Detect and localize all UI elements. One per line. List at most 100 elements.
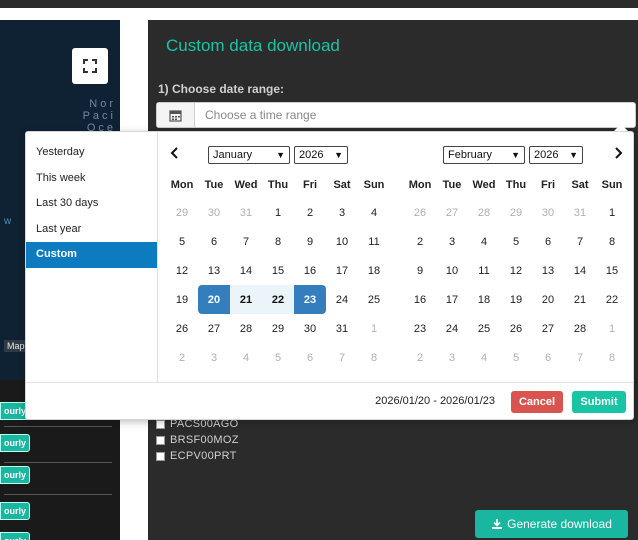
station-checkbox[interactable] [156, 435, 165, 445]
calendar-day[interactable]: 18 [468, 285, 500, 314]
month-select[interactable]: February ▼ [443, 146, 525, 164]
calendar-day[interactable]: 3 [326, 198, 358, 227]
hourly-badge[interactable]: ourly [0, 502, 30, 520]
calendar-day[interactable]: 5 [262, 343, 294, 372]
calendar-day[interactable]: 19 [166, 285, 198, 314]
calendar-day[interactable]: 21 [564, 285, 596, 314]
hourly-badge[interactable]: ourly [0, 532, 30, 540]
calendar-day[interactable]: 17 [326, 256, 358, 285]
calendar-day[interactable]: 20 [532, 285, 564, 314]
station-item[interactable]: ECPV00PRT [156, 448, 239, 464]
cancel-button[interactable]: Cancel [511, 391, 563, 413]
calendar-day[interactable]: 2 [166, 343, 198, 372]
calendar-day[interactable]: 5 [166, 227, 198, 256]
calendar-day[interactable]: 15 [596, 256, 628, 285]
calendar-day[interactable]: 30 [294, 314, 326, 343]
calendar-day[interactable]: 27 [198, 314, 230, 343]
range-option[interactable]: Last 30 days [26, 191, 157, 217]
calendar-day[interactable]: 2 [404, 343, 436, 372]
calendar-day[interactable]: 14 [564, 256, 596, 285]
calendar-day[interactable]: 1 [358, 314, 390, 343]
calendar-day[interactable]: 7 [564, 343, 596, 372]
calendar-day[interactable]: 30 [198, 198, 230, 227]
range-option[interactable]: Last year [26, 217, 157, 243]
calendar-day[interactable]: 28 [468, 198, 500, 227]
calendar-day[interactable]: 29 [262, 314, 294, 343]
calendar-day[interactable]: 16 [294, 256, 326, 285]
calendar-day[interactable]: 11 [468, 256, 500, 285]
calendar-day[interactable]: 3 [436, 227, 468, 256]
calendar-day[interactable]: 1 [596, 314, 628, 343]
calendar-day[interactable]: 8 [596, 227, 628, 256]
calendar-day[interactable]: 28 [564, 314, 596, 343]
month-select[interactable]: January ▼ [208, 146, 290, 164]
calendar-day[interactable]: 1 [262, 198, 294, 227]
calendar-day[interactable]: 15 [262, 256, 294, 285]
prev-month-button[interactable] [170, 146, 180, 162]
calendar-day[interactable]: 9 [294, 227, 326, 256]
submit-button[interactable]: Submit [572, 391, 626, 413]
station-checkbox[interactable] [156, 419, 165, 429]
calendar-day[interactable]: 17 [436, 285, 468, 314]
calendar-day[interactable]: 14 [230, 256, 262, 285]
calendar-day[interactable]: 20 [198, 285, 230, 314]
calendar-day[interactable]: 22 [596, 285, 628, 314]
calendar-day[interactable]: 10 [326, 227, 358, 256]
hourly-badge[interactable]: ourly [0, 434, 30, 452]
calendar-day[interactable]: 1 [596, 198, 628, 227]
calendar-day[interactable]: 4 [468, 343, 500, 372]
calendar-day[interactable]: 9 [404, 256, 436, 285]
calendar-day[interactable]: 6 [294, 343, 326, 372]
calendar-day[interactable]: 5 [500, 343, 532, 372]
calendar-day[interactable]: 3 [436, 343, 468, 372]
station-checkbox[interactable] [156, 451, 165, 461]
year-select[interactable]: 2026 ▼ [529, 146, 583, 164]
calendar-day[interactable]: 28 [230, 314, 262, 343]
calendar-day[interactable]: 4 [230, 343, 262, 372]
calendar-day[interactable]: 23 [294, 285, 326, 314]
calendar-day[interactable]: 11 [358, 227, 390, 256]
station-item[interactable]: BRSF00MOZ [156, 432, 239, 448]
hourly-badge[interactable]: ourly [0, 466, 30, 484]
range-option[interactable]: This week [26, 166, 157, 192]
calendar-day[interactable]: 26 [166, 314, 198, 343]
calendar-day[interactable]: 16 [404, 285, 436, 314]
calendar-day[interactable]: 8 [596, 343, 628, 372]
calendar-day[interactable]: 7 [564, 227, 596, 256]
calendar-day[interactable]: 26 [500, 314, 532, 343]
calendar-day[interactable]: 31 [326, 314, 358, 343]
calendar-day[interactable]: 23 [404, 314, 436, 343]
calendar-day[interactable]: 6 [198, 227, 230, 256]
calendar-day[interactable]: 22 [262, 285, 294, 314]
calendar-day[interactable]: 2 [294, 198, 326, 227]
calendar-day[interactable]: 8 [358, 343, 390, 372]
calendar-day[interactable]: 2 [404, 227, 436, 256]
calendar-day[interactable]: 4 [358, 198, 390, 227]
calendar-day[interactable]: 29 [500, 198, 532, 227]
calendar-day[interactable]: 24 [436, 314, 468, 343]
calendar-day[interactable]: 19 [500, 285, 532, 314]
calendar-day[interactable]: 18 [358, 256, 390, 285]
calendar-day[interactable]: 24 [326, 285, 358, 314]
calendar-day[interactable]: 25 [358, 285, 390, 314]
range-option[interactable]: Yesterday [26, 140, 157, 166]
calendar-day[interactable]: 30 [532, 198, 564, 227]
calendar-day[interactable]: 6 [532, 227, 564, 256]
calendar-day[interactable]: 29 [166, 198, 198, 227]
calendar-day[interactable]: 13 [198, 256, 230, 285]
calendar-day[interactable]: 27 [436, 198, 468, 227]
calendar-day[interactable]: 21 [230, 285, 262, 314]
calendar-day[interactable]: 12 [166, 256, 198, 285]
calendar-day[interactable]: 5 [500, 227, 532, 256]
calendar-day[interactable]: 6 [532, 343, 564, 372]
map-attribution[interactable]: Map [4, 340, 28, 352]
calendar-day[interactable]: 25 [468, 314, 500, 343]
calendar-day[interactable]: 31 [230, 198, 262, 227]
calendar-day[interactable]: 12 [500, 256, 532, 285]
calendar-day[interactable]: 7 [230, 227, 262, 256]
year-select[interactable]: 2026 ▼ [294, 146, 348, 164]
calendar-day[interactable]: 3 [198, 343, 230, 372]
calendar-day[interactable]: 13 [532, 256, 564, 285]
calendar-day[interactable]: 27 [532, 314, 564, 343]
calendar-day[interactable]: 10 [436, 256, 468, 285]
